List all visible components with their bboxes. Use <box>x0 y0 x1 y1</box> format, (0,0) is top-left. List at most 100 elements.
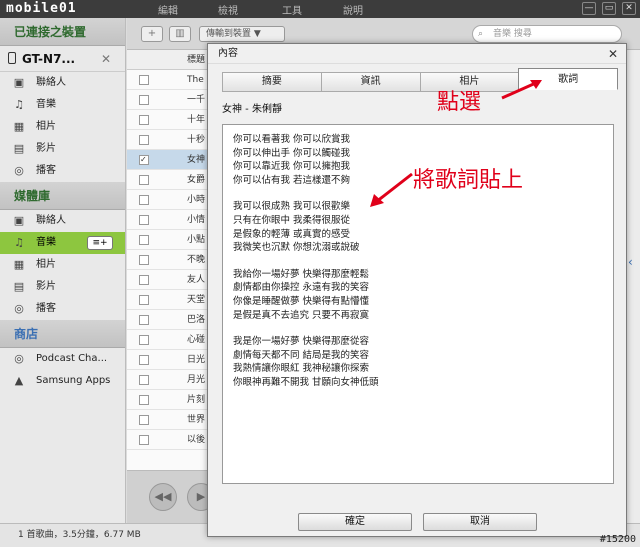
device-item[interactable]: ▤ 影片 <box>0 138 125 160</box>
lyrics-stanza: 我給你一場好夢 快樂得那麼輕鬆 劇情都由你操控 永遠有我的笑容 你像是睡醒做夢 快樂… <box>233 268 603 322</box>
tab-summary[interactable]: 摘要 <box>222 72 321 92</box>
tab-info[interactable]: 資訊 <box>320 72 420 92</box>
library-header: 媒體庫 <box>0 182 125 210</box>
row-checkbox[interactable] <box>139 355 149 365</box>
row-checkbox[interactable] <box>139 75 149 85</box>
row-checkbox[interactable] <box>139 435 149 445</box>
device-item[interactable]: ♫ 音樂 <box>0 94 125 116</box>
device-name: GT-N7... <box>22 52 76 66</box>
song-title-cell: 片刻 <box>187 395 206 405</box>
menu-view[interactable]: 檢視 <box>218 2 238 17</box>
disconnect-icon[interactable]: ✕ <box>101 46 111 72</box>
table-row[interactable]: 一千 <box>127 90 217 110</box>
song-title-cell: 天堂 <box>187 295 206 305</box>
arrow-annotation-click <box>501 80 542 100</box>
annotation-click: 點選 <box>437 84 481 116</box>
site-logo: mobile01 <box>2 0 81 18</box>
row-checkbox[interactable] <box>139 275 149 285</box>
close-icon[interactable]: ✕ <box>608 44 618 64</box>
search-input[interactable]: ⌕ 音樂 搜尋 <box>472 25 622 43</box>
row-checkbox[interactable] <box>139 315 149 325</box>
table-row[interactable]: 以後 <box>127 430 217 450</box>
table-row[interactable]: 心碰 <box>127 330 217 350</box>
add-button[interactable]: + <box>141 26 163 42</box>
row-checkbox[interactable] <box>139 375 149 385</box>
song-title-cell: 月光 <box>187 375 206 385</box>
delete-button[interactable]: ▥ <box>169 26 191 42</box>
shop-item[interactable]: ▲ Samsung Apps <box>0 370 125 392</box>
row-checkbox[interactable] <box>139 255 149 265</box>
lyrics-line: 我熱情讓你眼紅 我神秘讓你探索 <box>233 363 370 375</box>
lyrics-stanza: 我是你一場好夢 快樂得那麼從容 劇情每天都不同 結局是我的笑容 我熱情讓你眼紅 我神… <box>233 335 603 389</box>
song-title-cell: 巴洛 <box>187 315 206 325</box>
add-to-playlist-button[interactable]: ≡+ <box>87 236 113 250</box>
row-checkbox[interactable] <box>139 395 149 405</box>
song-title-cell: 不晚 <box>187 255 206 265</box>
table-row[interactable]: 不晚 <box>127 250 217 270</box>
table-row[interactable]: 小點 <box>127 230 217 250</box>
device-item[interactable]: ▦ 相片 <box>0 116 125 138</box>
chevron-left-icon[interactable]: ‹ <box>628 255 633 269</box>
library-item[interactable]: ▦ 相片 <box>0 254 125 276</box>
row-checkbox[interactable] <box>139 215 149 225</box>
row-checkbox[interactable] <box>139 115 149 125</box>
lyrics-line: 你像是睡醒做夢 快樂得有點懵懂 <box>233 295 370 307</box>
lyrics-line: 劇情都由你操控 永遠有我的笑容 <box>233 282 370 294</box>
player-controls: ◀◀ ▶ <box>127 470 217 523</box>
table-row[interactable]: 小時 <box>127 190 217 210</box>
library-item[interactable]: ◎ 播客 <box>0 298 125 320</box>
row-checkbox[interactable] <box>139 195 149 205</box>
table-row[interactable]: 女爵 <box>127 170 217 190</box>
table-row[interactable]: 片刻 <box>127 390 217 410</box>
photo-icon: ▦ <box>13 120 25 133</box>
table-row[interactable]: 十年 <box>127 110 217 130</box>
row-checkbox[interactable] <box>139 175 149 185</box>
row-checkbox[interactable] <box>139 95 149 105</box>
cancel-button[interactable]: 取消 <box>423 513 537 531</box>
table-row[interactable]: 世界 <box>127 410 217 430</box>
library-item[interactable]: ▤ 影片 <box>0 276 125 298</box>
dialog-title-bar: 內容 ✕ <box>208 44 626 64</box>
table-row[interactable]: ✓ 女神 <box>127 150 217 170</box>
table-row[interactable]: 天堂 <box>127 290 217 310</box>
row-checkbox[interactable] <box>139 415 149 425</box>
device-item-label: 音樂 <box>36 99 56 110</box>
shop-item[interactable]: ◎ Podcast Cha... <box>0 348 125 370</box>
song-title-cell: 小情 <box>187 215 206 225</box>
shop-item-label: Podcast Cha... <box>36 353 108 364</box>
table-row[interactable]: 巴洛 <box>127 310 217 330</box>
close-window-button[interactable]: ✕ <box>622 2 636 15</box>
table-row[interactable]: 友人 <box>127 270 217 290</box>
menu-help[interactable]: 說明 <box>343 2 363 17</box>
row-checkbox[interactable] <box>139 135 149 145</box>
dialog-title: 內容 <box>218 48 238 59</box>
library-item-label: 音樂 <box>36 237 56 248</box>
minimize-button[interactable]: — <box>582 2 596 15</box>
title-column-header[interactable]: 標題 <box>187 55 205 65</box>
device-item[interactable]: GT-N7... ✕ <box>0 46 125 72</box>
device-item[interactable]: ▣ 聯絡人 <box>0 72 125 94</box>
table-row[interactable]: 小情 <box>127 210 217 230</box>
library-item[interactable]: ▣ 聯絡人 <box>0 210 125 232</box>
library-item[interactable]: ♫ 音樂 ≡+ <box>0 232 125 254</box>
table-row[interactable]: 月光 <box>127 370 217 390</box>
menu-tools[interactable]: 工具 <box>282 2 302 17</box>
menu-edit[interactable]: 編輯 <box>158 2 178 17</box>
row-checkbox[interactable] <box>139 335 149 345</box>
row-checkbox[interactable] <box>139 295 149 305</box>
ok-button[interactable]: 確定 <box>298 513 412 531</box>
device-item[interactable]: ◎ 播客 <box>0 160 125 182</box>
previous-icon[interactable]: ◀◀ <box>149 483 177 511</box>
lyrics-line: 是假象的輕薄 或真實的感受 <box>233 228 351 240</box>
song-title-cell: 以後 <box>187 435 206 445</box>
transfer-to-device-button[interactable]: 傳輸到裝置 ▼ <box>199 26 285 42</box>
table-row[interactable]: The I <box>127 70 217 90</box>
row-checkbox[interactable] <box>139 235 149 245</box>
table-row[interactable]: 日光 <box>127 350 217 370</box>
row-checkbox[interactable]: ✓ <box>139 155 149 165</box>
podcast-icon: ◎ <box>14 302 24 315</box>
lyrics-line: 是假是真不去追究 只要不再寂寞 <box>233 309 370 321</box>
maximize-button[interactable]: ▭ <box>602 2 616 15</box>
video-icon: ▤ <box>13 280 25 293</box>
table-row[interactable]: 十秒 <box>127 130 217 150</box>
